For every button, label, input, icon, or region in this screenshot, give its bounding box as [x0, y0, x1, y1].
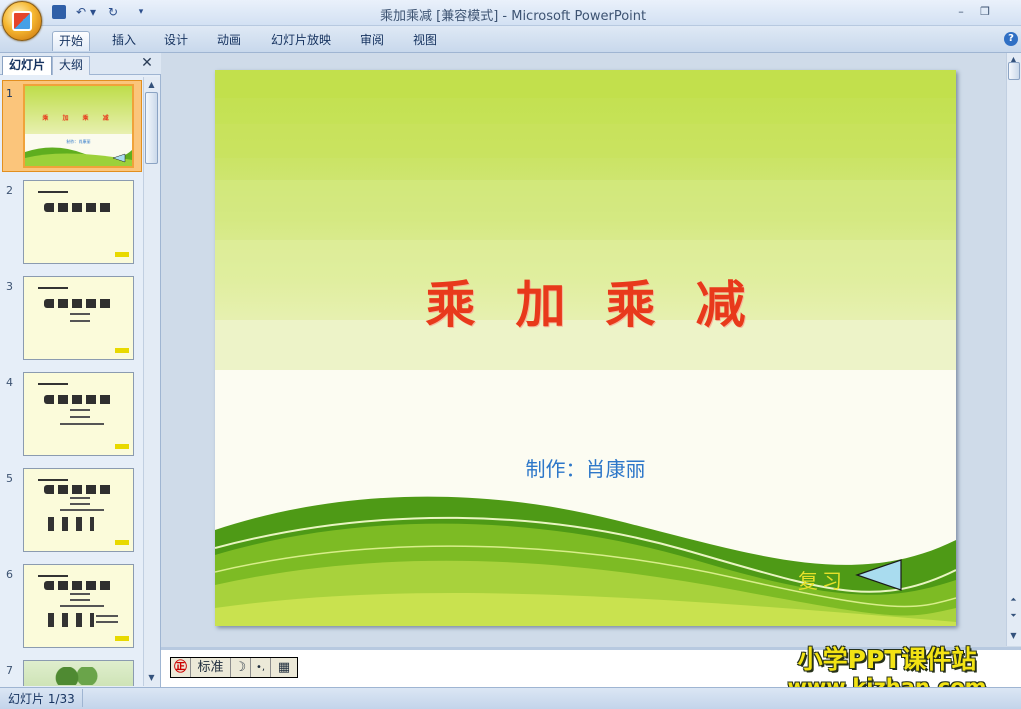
thumbnail-slide-2[interactable]	[23, 180, 134, 264]
thumbnail-slide-1[interactable]: 乘 加 乘 减 制作：肖康丽	[23, 84, 134, 168]
thumb-flowers	[44, 395, 114, 404]
tab-slideshow[interactable]: 幻灯片放映	[265, 31, 337, 51]
watermark-line-1: 小学PPT课件站	[797, 645, 977, 674]
thumbnail-slide-6[interactable]	[23, 564, 134, 648]
thumbnail-number: 2	[6, 184, 13, 197]
thumbnail-scrollbar-thumb[interactable]	[145, 92, 158, 164]
window-title: 乘加乘减 [兼容模式] - Microsoft PowerPoint	[380, 9, 647, 24]
office-logo-icon	[12, 11, 32, 31]
editor-scrollbar[interactable]	[1006, 53, 1021, 646]
tab-design[interactable]: 设计	[158, 31, 194, 51]
restore-button[interactable]: ❐	[977, 5, 993, 19]
redo-icon[interactable]: ↻	[104, 4, 122, 21]
save-icon[interactable]	[52, 5, 66, 19]
thumb-line	[70, 320, 90, 322]
thumb-line	[70, 593, 90, 595]
slide-author[interactable]: 制作：肖康丽	[215, 453, 956, 482]
thumb-flowers	[44, 485, 114, 494]
thumbnail-slide-3[interactable]	[23, 276, 134, 360]
thumbnail-number: 6	[6, 568, 13, 581]
ime-keyboard-icon[interactable]: ▦	[271, 658, 297, 677]
next-slide-icon[interactable]: ⏷	[1007, 610, 1020, 622]
thumb-line	[70, 599, 90, 601]
thumb-line	[70, 416, 90, 418]
ime-mode[interactable]: 标准	[191, 658, 231, 677]
thumb-line	[96, 621, 118, 623]
editor-scrollbar-thumb[interactable]	[1008, 62, 1020, 80]
thumb-heading	[38, 287, 68, 289]
tab-home[interactable]: 开始	[52, 31, 91, 51]
thumb-trees	[52, 667, 102, 685]
thumb-badge	[115, 444, 129, 449]
thumb-blocks	[48, 517, 94, 531]
thumbnail-list: 1 乘 加 乘 减 制作：肖康丽 2 3 4 5 6 7	[0, 77, 143, 686]
back-arrow-icon[interactable]	[855, 558, 903, 592]
thumb-blocks	[48, 613, 94, 627]
thumb-bg	[25, 86, 132, 134]
thumb-heading	[38, 479, 68, 481]
thumb-badge	[115, 540, 129, 545]
thumbnail-slide-4[interactable]	[23, 372, 134, 456]
thumbnail-title: 乘 加 乘 减	[42, 115, 115, 122]
slide-counter: 幻灯片 1/33	[8, 692, 75, 706]
tab-view[interactable]: 视图	[407, 31, 443, 51]
scroll-down-arrow-icon[interactable]: ▼	[1007, 630, 1020, 642]
thumb-line	[70, 503, 90, 505]
ime-moon-icon[interactable]: ☽	[231, 658, 251, 677]
thumb-badge	[115, 348, 129, 353]
help-icon[interactable]: ?	[1004, 32, 1018, 46]
thumbnail-waves	[25, 147, 132, 166]
thumbnail-number: 4	[6, 376, 13, 389]
thumbnail-slide-5[interactable]	[23, 468, 134, 552]
thumb-line	[70, 313, 90, 315]
ime-punctuation-icon[interactable]: •,	[251, 658, 271, 677]
thumb-heading	[38, 575, 68, 577]
slide-waves	[215, 496, 956, 626]
status-bar	[0, 687, 1021, 709]
thumb-flowers	[44, 203, 114, 212]
customize-toolbar-chevron-icon[interactable]: ▾	[136, 4, 146, 21]
ime-toolbar[interactable]: ㊣ 标准 ☽ •, ▦	[170, 657, 298, 678]
thumb-heading	[38, 191, 68, 193]
thumbnail-number: 5	[6, 472, 13, 485]
thumb-badge	[115, 252, 129, 257]
scroll-down-arrow-icon[interactable]: ▼	[145, 672, 158, 684]
thumbnail-number: 7	[6, 664, 13, 677]
thumb-line	[60, 605, 104, 607]
thumb-line	[60, 423, 104, 425]
office-button[interactable]	[2, 1, 42, 41]
thumb-badge	[115, 636, 129, 641]
thumb-line	[60, 509, 104, 511]
tab-outline[interactable]: 大纲	[52, 56, 91, 75]
thumb-heading	[38, 383, 68, 385]
minimize-button[interactable]: –	[953, 5, 969, 19]
tab-slides[interactable]: 幻灯片	[2, 56, 53, 75]
scroll-up-arrow-icon[interactable]: ▲	[145, 79, 158, 91]
thumbnail-number: 1	[6, 87, 13, 100]
slide-canvas[interactable]: 乘加乘减 制作：肖康丽 复习	[215, 70, 956, 626]
tab-animations[interactable]: 动画	[211, 31, 247, 51]
ribbon-tab-bar	[0, 26, 1021, 53]
close-icon[interactable]: ✕	[140, 56, 154, 71]
thumbnail-number: 3	[6, 280, 13, 293]
tab-insert[interactable]: 插入	[106, 31, 142, 51]
thumbnail-scrollbar[interactable]	[143, 77, 160, 686]
previous-slide-icon[interactable]: ⏶	[1007, 594, 1020, 606]
ime-logo-icon[interactable]: ㊣	[171, 658, 191, 677]
thumb-flowers	[44, 581, 114, 590]
review-link[interactable]: 复习	[798, 565, 846, 594]
thumb-line	[70, 409, 90, 411]
tab-review[interactable]: 审阅	[354, 31, 390, 51]
slide-title[interactable]: 乘加乘减	[215, 265, 956, 337]
undo-menu-chevron-icon[interactable]: ▾	[88, 4, 98, 21]
thumb-flowers	[44, 299, 114, 308]
thumbnail-slide-7[interactable]	[23, 660, 134, 686]
thumb-line	[96, 615, 118, 617]
thumb-line	[70, 497, 90, 499]
status-divider	[82, 689, 83, 707]
